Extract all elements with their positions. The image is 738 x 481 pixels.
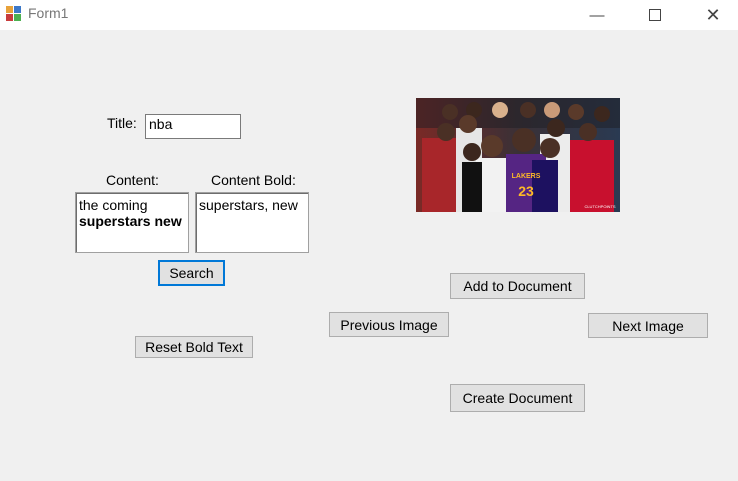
jersey-text: LAKERS	[512, 173, 541, 180]
content-text-line: the coming	[79, 197, 148, 213]
previous-image-button[interactable]: Previous Image	[329, 312, 449, 337]
minimize-icon: —	[589, 6, 605, 24]
close-button[interactable]: ✕	[690, 0, 736, 30]
add-to-document-button[interactable]: Add to Document	[450, 273, 585, 299]
close-icon: ✕	[705, 4, 721, 25]
create-document-button[interactable]: Create Document	[450, 384, 585, 412]
maximize-icon	[649, 9, 661, 21]
title-label: Title:	[107, 115, 137, 131]
content-bold-label: Content Bold:	[211, 172, 296, 188]
search-button[interactable]: Search	[158, 260, 225, 286]
next-image-button[interactable]: Next Image	[588, 313, 708, 338]
content-bold-text-line: superstars new	[79, 213, 182, 229]
content-bold-textbox[interactable]: superstars, new	[195, 192, 309, 253]
content-textbox[interactable]: the coming superstars new	[75, 192, 189, 253]
app-icon	[5, 5, 23, 23]
jersey-number: 23	[518, 183, 534, 199]
reset-bold-text-button[interactable]: Reset Bold Text	[135, 336, 253, 358]
window-title: Form1	[28, 5, 69, 21]
nba-players-photo: LAKERS 23 CLUTCHPOINTS	[416, 98, 620, 212]
content-label: Content:	[106, 172, 159, 188]
form-client-area: Title: nba Content: Content Bold: the co…	[0, 30, 738, 481]
maximize-button[interactable]	[632, 0, 678, 30]
minimize-button[interactable]: —	[574, 0, 620, 30]
title-input[interactable]: nba	[145, 114, 241, 139]
photo-watermark: CLUTCHPOINTS	[584, 204, 615, 209]
title-bar: Form1 — ✕	[0, 0, 738, 30]
